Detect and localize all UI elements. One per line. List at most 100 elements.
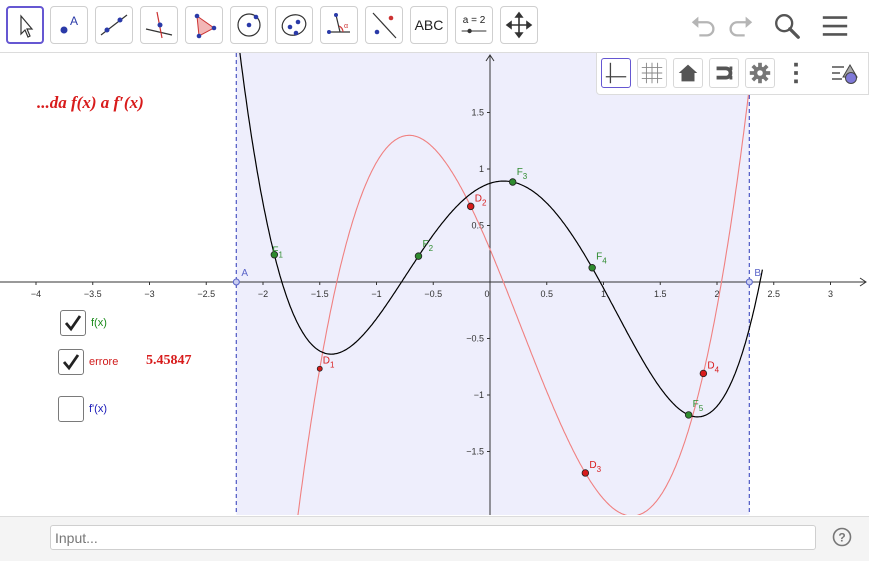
point-label-letter: D [475, 193, 482, 204]
point-label-letter: D [589, 460, 596, 471]
point-f2 [414, 252, 423, 260]
point-label: A [241, 268, 248, 279]
x-tick-label: −0.5 [424, 289, 442, 299]
text-tool-button[interactable]: ABC [410, 6, 448, 44]
line-through-points-icon [100, 14, 128, 36]
vertical-dots-icon [794, 62, 798, 84]
home-icon [678, 64, 698, 82]
point-label-subscript: 1 [278, 251, 283, 260]
angle-icon: α [327, 13, 350, 34]
search-button[interactable] [771, 10, 803, 42]
axes-icon [605, 62, 627, 84]
point-label-subscript: 3 [597, 465, 602, 474]
x-tick-label: −2.5 [197, 289, 215, 299]
checkbox-fprime[interactable] [58, 396, 84, 422]
point-label-subscript: 3 [523, 172, 528, 181]
title-text: ...da f(x) a f′(x) [37, 93, 144, 112]
toggle-style-bar-button[interactable] [829, 58, 859, 88]
settings-button[interactable] [745, 58, 775, 88]
move-tool-button[interactable] [6, 6, 44, 44]
redo-button[interactable] [724, 10, 756, 42]
polygon-icon [194, 13, 217, 39]
y-tick-label: 1 [479, 164, 484, 174]
point-label-letter: A [241, 268, 248, 279]
gear-icon [749, 62, 771, 84]
x-tick-label: 2.5 [767, 289, 780, 299]
polygon-tool-button[interactable] [185, 6, 223, 44]
x-tick-label: 3 [828, 289, 833, 299]
point-d3 [581, 469, 590, 477]
undo-button[interactable] [688, 10, 720, 42]
point-label-subscript: 4 [715, 365, 720, 374]
x-tick-label: −3.5 [84, 289, 102, 299]
point-label-subscript: 5 [699, 404, 704, 413]
checkbox-errore[interactable] [58, 349, 84, 375]
style-bar-shapes-icon [832, 64, 858, 84]
interval-region [236, 53, 750, 515]
point-label-subscript: 2 [429, 244, 434, 253]
angle-tool-button[interactable]: α [320, 6, 358, 44]
cursor-arrow-icon [20, 14, 34, 38]
point-capturing-button[interactable] [709, 58, 739, 88]
x-tick-label: 0.5 [540, 289, 553, 299]
standard-view-button[interactable] [673, 58, 703, 88]
graphics-view[interactable]: −4 −3.5 −3 −2.5 −2 −1.5 −1 −0.5 0 0.5 1 1.5 2 2.5 3 1.5… [0, 53, 869, 515]
checkbox-errore-label: errore [89, 356, 119, 368]
y-tick-label: −1 [474, 390, 484, 400]
plot-canvas[interactable]: −4 −3.5 −3 −2.5 −2 −1.5 −1 −0.5 0 0.5 1 1.5 2 2.5 3 1.5… [0, 53, 869, 515]
checkbox-fprime-label: f'(x) [89, 403, 107, 415]
move-graphics-view-tool-button[interactable] [500, 6, 538, 44]
checkmark-icon [64, 315, 82, 332]
point-label-letter: B [754, 268, 761, 279]
ellipse-tool-button[interactable] [275, 6, 313, 44]
point-a [232, 278, 240, 286]
x-tick-label: 0 [484, 289, 489, 299]
text-tool-label: ABC [414, 17, 444, 33]
toolbar: A α ABC a = 2 [0, 0, 869, 53]
point-label-letter: D [323, 356, 330, 367]
point-label-subscript: 4 [602, 257, 607, 266]
grid-icon [641, 62, 663, 84]
reflect-tool-button[interactable] [365, 6, 403, 44]
reflect-about-line-icon [372, 12, 397, 39]
svg-text:A: A [70, 14, 78, 28]
input-field[interactable] [50, 525, 816, 550]
slider-tool-label: a = 2 [462, 15, 486, 26]
x-tick-label: 1.5 [654, 289, 667, 299]
show-grid-button[interactable] [637, 58, 667, 88]
point-label: B [754, 268, 761, 279]
point-label-subscript: 1 [330, 361, 335, 370]
point-icon: A [60, 14, 78, 34]
slider-tool-button[interactable]: a = 2 [455, 6, 493, 44]
slider-icon [461, 28, 487, 34]
four-arrows-move-icon [505, 11, 533, 39]
checkmark-icon [62, 354, 80, 371]
x-tick-label: −3 [144, 289, 154, 299]
input-bar: ? [0, 516, 869, 561]
y-tick-label: −1.5 [466, 447, 484, 457]
checkbox-f[interactable] [60, 310, 86, 336]
help-icon[interactable]: ? [832, 527, 852, 547]
line-tool-button[interactable] [95, 6, 133, 44]
more-options-button[interactable] [781, 58, 811, 88]
point-f4 [588, 264, 596, 272]
svg-text:?: ? [838, 531, 845, 545]
perpendicular-line-icon [145, 11, 173, 39]
x-tick-label: −1.5 [311, 289, 329, 299]
circle-tool-button[interactable] [230, 6, 268, 44]
point-f5 [684, 411, 693, 419]
style-bar [596, 53, 869, 95]
x-tick-label: −2 [258, 289, 268, 299]
circle-with-center-icon [237, 13, 261, 37]
point-d4 [699, 369, 708, 378]
point-label-letter: D [707, 360, 714, 371]
main-menu-button[interactable] [819, 10, 851, 42]
ellipse-icon [281, 14, 307, 36]
show-axes-button[interactable] [601, 58, 631, 88]
perpendicular-line-tool-button[interactable] [140, 6, 178, 44]
checkbox-f-label: f(x) [91, 317, 107, 329]
hamburger-menu-icon [822, 16, 848, 36]
point-tool-button[interactable]: A [50, 6, 88, 44]
point-d2 [467, 202, 475, 211]
svg-text:α: α [344, 23, 348, 30]
